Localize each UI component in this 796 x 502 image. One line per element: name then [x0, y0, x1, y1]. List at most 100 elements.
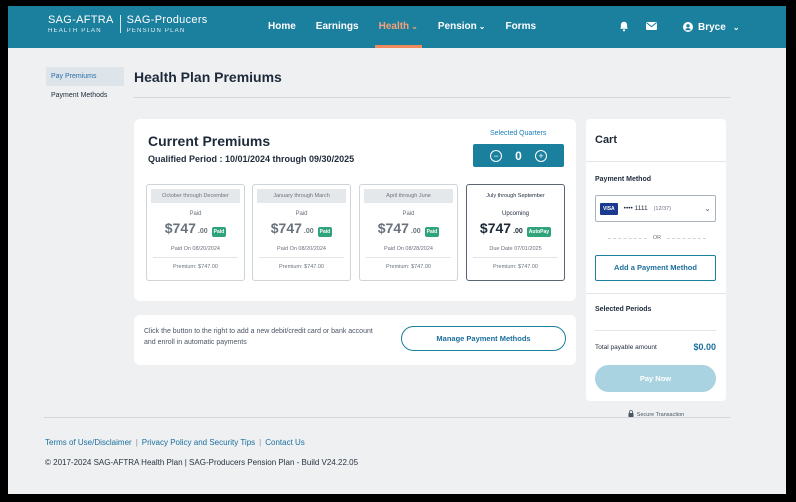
footer-links: Terms of Use/Disclaimer | Privacy Policy a… [45, 438, 305, 447]
selected-quarters-label: Selected Quarters [490, 130, 547, 137]
current-premiums-card: Current Premiums Qualified Period : 10/0… [134, 119, 576, 301]
quarter-detail: Paid On 08/20/2024 [171, 246, 220, 252]
status-badge: Paid [211, 227, 227, 237]
divider [366, 257, 451, 258]
quarter-card-q4[interactable]: July through September Upcoming $747.00 A… [466, 184, 565, 281]
nav-earnings-label: Earnings [315, 21, 359, 32]
quarter-status: Paid [189, 211, 202, 217]
logo-health-plan: SAG-AFTRA HEALTH PLAN [48, 15, 114, 35]
separator: | [135, 438, 138, 447]
status-badge: Paid [317, 227, 333, 237]
quarter-amount: $747.00 Paid [147, 220, 244, 237]
divider [153, 257, 238, 258]
privacy-link[interactable]: Privacy Policy and Security Tips [142, 438, 255, 447]
nav-health-label: Health [378, 21, 410, 32]
total-value: $0.00 [693, 342, 716, 352]
chevron-down-icon: ⌄ [704, 204, 711, 213]
cart-panel: Cart Payment Method VISA •••• 1111 (12/3… [586, 119, 726, 401]
amount-main: $747 [377, 220, 409, 236]
quarter-detail: Paid On 08/20/2024 [277, 246, 326, 252]
manage-payment-text: Click the button to the right to add a n… [144, 328, 373, 346]
pay-now-button[interactable]: Pay Now [595, 365, 716, 392]
amount-cents: .00 [303, 228, 314, 235]
autopay-badge: AutoPay [526, 227, 552, 237]
logo-health-line2: HEALTH PLAN [48, 28, 102, 34]
status-badge: Paid [424, 227, 440, 237]
nav-home-label: Home [268, 21, 296, 32]
bell-icon[interactable] [619, 21, 629, 32]
footer-divider [44, 417, 730, 418]
manage-payment-methods-button[interactable]: Manage Payment Methods [401, 326, 566, 351]
or-label: OR [652, 235, 662, 241]
quarter-detail: Due Date 07/01/2025 [489, 246, 542, 252]
quarter-detail: Paid On 08/28/2024 [384, 246, 433, 252]
sidebar-item-pay-premiums[interactable]: Pay Premiums [46, 67, 124, 86]
divider [473, 257, 558, 258]
contact-link[interactable]: Contact Us [265, 438, 305, 447]
separator: | [259, 438, 262, 447]
logo-pension-line1: SAG-Producers [126, 14, 208, 26]
amount-cents: .00 [410, 228, 421, 235]
logo[interactable]: SAG-AFTRA HEALTH PLAN SAG-Producers PENS… [48, 14, 208, 35]
qualified-period: Qualified Period : 10/01/2024 through 09… [148, 154, 355, 164]
quarter-period: January through March [257, 189, 346, 203]
nav-forms-label: Forms [505, 21, 537, 32]
cart-title: Cart [595, 134, 618, 146]
sidebar: Pay Premiums Payment Methods [46, 67, 124, 105]
minus-icon[interactable]: − [490, 149, 502, 162]
nav-forms[interactable]: Forms [495, 6, 546, 48]
user-menu[interactable]: Bryce ⌄ [683, 6, 740, 48]
quarter-card-q2[interactable]: January through March Paid $747.00 Paid P… [252, 184, 351, 281]
manage-payment-card: Click the button to the right to add a n… [134, 315, 576, 365]
nav-home[interactable]: Home [258, 6, 306, 48]
nav-pension-label: Pension [437, 21, 477, 32]
chevron-down-icon: ⌄ [732, 22, 740, 32]
envelope-icon[interactable] [646, 22, 657, 30]
divider [259, 257, 344, 258]
quarter-premium: Premium: $747.00 [493, 264, 538, 270]
payment-method-select[interactable]: VISA •••• 1111 (12/37) ⌄ [595, 195, 716, 222]
sidebar-item-payment-methods[interactable]: Payment Methods [46, 86, 124, 105]
top-nav-bar: SAG-AFTRA HEALTH PLAN SAG-Producers PENS… [8, 6, 786, 48]
add-payment-method-button[interactable]: Add a Payment Method [595, 255, 716, 281]
quarter-card-q1[interactable]: October through December Paid $747.00 Pai… [146, 184, 245, 281]
quarter-amount: $747.00 Paid [360, 220, 457, 237]
logo-pension-line2: PENSION PLAN [126, 28, 186, 34]
current-premiums-title: Current Premiums [148, 133, 271, 149]
quarter-amount: $747.00 AutoPay [467, 220, 564, 237]
sidebar-item-label: Pay Premiums [51, 73, 97, 80]
plus-icon[interactable]: + [535, 149, 547, 162]
quarter-card-q3[interactable]: April through June Paid $747.00 Paid Paid… [359, 184, 458, 281]
quarters-stepper: − 0 + [473, 144, 564, 167]
card-number: •••• 1111 [623, 205, 648, 212]
page-title: Health Plan Premiums [134, 69, 282, 85]
quarter-amount: $747.00 Paid [253, 220, 350, 237]
quarter-status: Paid [402, 211, 415, 217]
nav-earnings[interactable]: Earnings [306, 6, 369, 48]
card-expiry: (12/37) [653, 205, 672, 212]
nav-health[interactable]: Health ⌄ [369, 6, 428, 48]
divider [595, 330, 716, 331]
amount-main: $747 [270, 220, 302, 236]
selected-quarters-value: 0 [515, 148, 522, 163]
quarter-period: April through June [364, 189, 453, 203]
copyright: © 2017-2024 SAG-AFTRA Health Plan | SAG-… [45, 458, 359, 467]
chevron-down-icon: ⌄ [478, 22, 486, 31]
quarter-period: July through September [471, 189, 560, 203]
main-nav: Home Earnings Health ⌄ Pension ⌄ Forms [258, 6, 546, 48]
terms-link[interactable]: Terms of Use/Disclaimer [45, 438, 132, 447]
selected-periods-label: Selected Periods [595, 306, 652, 313]
or-divider: OR [608, 235, 706, 241]
total-label: Total payable amount [595, 343, 657, 351]
nav-pension[interactable]: Pension ⌄ [428, 6, 496, 48]
amount-cents: .00 [513, 228, 523, 235]
divider [586, 293, 726, 294]
visa-icon: VISA [600, 202, 618, 215]
amount-main: $747 [164, 220, 196, 236]
quarter-premium: Premium: $747.00 [386, 264, 431, 270]
divider [586, 161, 726, 162]
chevron-down-icon: ⌄ [411, 22, 418, 31]
total-row: Total payable amount $0.00 [595, 342, 716, 352]
quarter-period: October through December [151, 189, 240, 203]
user-name: Bryce [698, 21, 726, 33]
